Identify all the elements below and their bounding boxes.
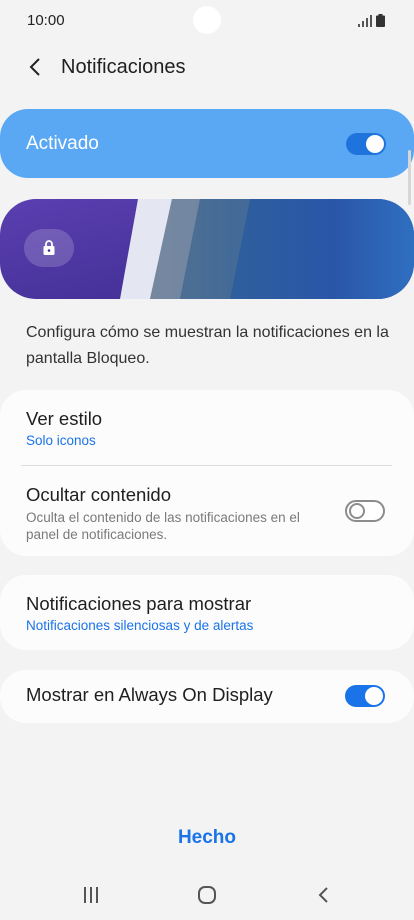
camera-cutout: [193, 6, 221, 34]
master-toggle-row[interactable]: Activado: [0, 109, 414, 178]
hide-content-switch[interactable]: [345, 500, 385, 522]
status-icons: [358, 14, 388, 28]
notifications-to-show-value: Notificaciones silenciosas y de alertas: [26, 618, 254, 633]
view-style-title: Ver estilo: [26, 408, 103, 429]
view-style-item[interactable]: Ver estilo Solo iconos: [0, 390, 414, 465]
aod-title: Mostrar en Always On Display: [26, 684, 273, 705]
switch-knob: [365, 687, 383, 705]
settings-card-aod[interactable]: Mostrar en Always On Display: [0, 670, 414, 723]
navigation-bar: [0, 872, 414, 918]
aod-switch[interactable]: [345, 685, 385, 707]
notifications-to-show-title: Notificaciones para mostrar: [26, 593, 252, 614]
back-arrow-icon: [29, 58, 40, 76]
view-style-value: Solo iconos: [26, 433, 96, 448]
description-text: Configura cómo se muestran la notificaci…: [26, 324, 389, 367]
back-button[interactable]: [20, 52, 50, 82]
status-time: 10:00: [27, 12, 65, 29]
hide-content-item[interactable]: Ocultar contenido Oculta el contenido de…: [0, 466, 414, 556]
app-header: Notificaciones: [0, 44, 414, 90]
hide-content-title: Ocultar contenido: [26, 484, 172, 505]
settings-card-style: Ver estilo Solo iconos Ocultar contenido…: [0, 390, 414, 556]
recent-apps-button[interactable]: [76, 882, 106, 908]
settings-card-notifications[interactable]: Notificaciones para mostrar Notificacion…: [0, 575, 414, 650]
lock-bubble: [24, 229, 74, 267]
scrollbar[interactable]: [408, 150, 411, 205]
home-button[interactable]: [192, 882, 222, 908]
home-icon: [198, 886, 216, 904]
page-title: Notificaciones: [61, 56, 186, 78]
lock-icon: [43, 240, 55, 255]
recent-apps-icon: [84, 887, 98, 903]
hide-content-subtitle: Oculta el contenido de las notificacione…: [26, 510, 300, 542]
nav-back-button[interactable]: [308, 882, 338, 908]
signal-icon: [358, 15, 372, 27]
done-button[interactable]: Hecho: [0, 827, 414, 849]
master-toggle-label: Activado: [26, 133, 99, 154]
nav-back-icon: [318, 887, 328, 903]
battery-icon: [376, 14, 385, 27]
switch-knob: [349, 503, 365, 519]
status-bar: 10:00: [0, 0, 414, 44]
master-toggle-switch[interactable]: [346, 133, 386, 155]
lockscreen-preview: [0, 199, 414, 299]
switch-knob: [366, 135, 384, 153]
